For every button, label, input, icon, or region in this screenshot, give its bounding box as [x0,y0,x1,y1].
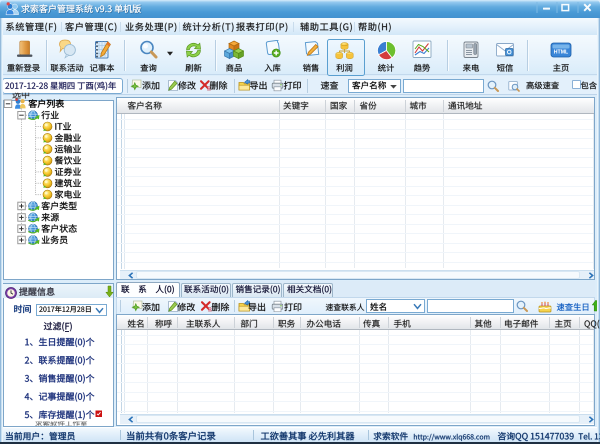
svg-text:HTML: HTML [554,49,569,55]
